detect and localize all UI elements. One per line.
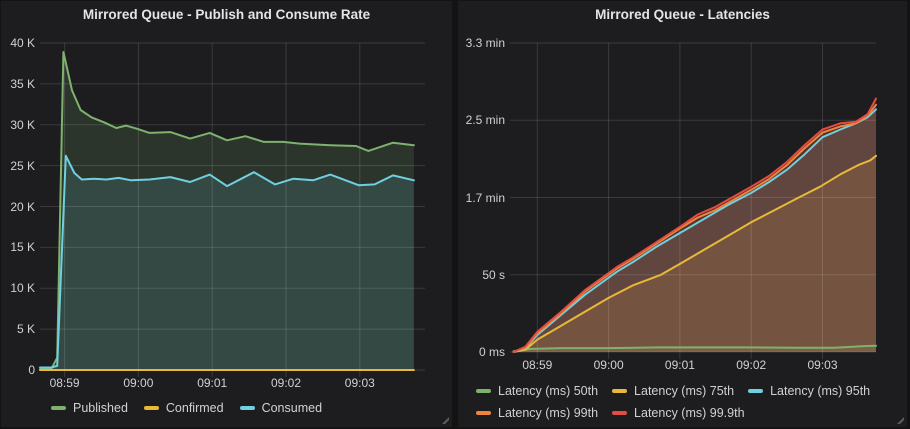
publish-consume-rate-chart[interactable]: [40, 43, 425, 370]
y-tick-label: 1.7 min: [460, 191, 505, 205]
x-tick-label: 09:02: [721, 358, 781, 372]
grafana-dashboard: Mirrored Queue - Publish and Consume Rat…: [0, 0, 910, 429]
x-tick-label: 09:02: [256, 376, 316, 390]
legend-series-label: Consumed: [262, 401, 322, 415]
panel-publish-consume-rate: Mirrored Queue - Publish and Consume Rat…: [1, 1, 452, 427]
legend-series-label: Latency (ms) 50th: [498, 384, 598, 398]
y-tick-label: 2.5 min: [460, 113, 505, 127]
x-tick-label: 09:00: [108, 376, 168, 390]
legend-item[interactable]: Confirmed: [144, 398, 224, 417]
legend-item[interactable]: Latency (ms) 99th: [476, 403, 598, 422]
x-tick-label: 09:01: [650, 358, 710, 372]
legend-series-swatch: [51, 406, 66, 410]
x-tick-label: 09:00: [579, 358, 639, 372]
legend-item[interactable]: Latency (ms) 75th: [612, 381, 734, 400]
legend-series-swatch: [612, 411, 627, 415]
y-tick-label: 35 K: [0, 77, 35, 91]
y-tick-label: 3.3 min: [460, 36, 505, 50]
y-tick-label: 0: [0, 363, 35, 377]
panel-title[interactable]: Mirrored Queue - Publish and Consume Rat…: [1, 1, 452, 29]
legend-series-swatch: [612, 389, 627, 393]
panel-resize-handle[interactable]: [896, 416, 904, 424]
y-tick-label: 50 s: [460, 268, 505, 282]
legend-item[interactable]: Latency (ms) 50th: [476, 381, 598, 400]
legend-item[interactable]: Latency (ms) 99.9th: [612, 403, 744, 422]
legend-series-label: Latency (ms) 75th: [634, 384, 734, 398]
x-tick-label: 08:59: [507, 358, 567, 372]
y-tick-label: 15 K: [0, 240, 35, 254]
chart-legend: Published Confirmed Consumed: [51, 398, 322, 417]
y-tick-label: 0 ms: [460, 345, 505, 359]
y-tick-label: 25 K: [0, 159, 35, 173]
legend-series-swatch: [476, 389, 491, 393]
legend-series-swatch: [240, 406, 255, 410]
y-tick-label: 30 K: [0, 118, 35, 132]
x-tick-label: 08:59: [35, 376, 95, 390]
legend-series-label: Confirmed: [166, 401, 224, 415]
panel-resize-handle[interactable]: [441, 416, 449, 424]
legend-series-swatch: [748, 389, 763, 393]
legend-series-label: Published: [73, 401, 128, 415]
y-tick-label: 20 K: [0, 200, 35, 214]
legend-series-label: Latency (ms) 95th: [770, 384, 870, 398]
x-tick-label: 09:03: [793, 358, 853, 372]
x-tick-label: 09:03: [330, 376, 390, 390]
panel-latencies: Mirrored Queue - Latencies 3.3 min 2.5 mi…: [458, 1, 907, 427]
legend-series-label: Latency (ms) 99th: [498, 406, 598, 420]
legend-item[interactable]: Consumed: [240, 398, 322, 417]
x-tick-label: 09:01: [182, 376, 242, 390]
legend-series-swatch: [476, 411, 491, 415]
chart-legend: Latency (ms) 50th Latency (ms) 75th Latenc…: [476, 381, 896, 422]
y-tick-label: 10 K: [0, 281, 35, 295]
legend-item[interactable]: Published: [51, 398, 128, 417]
y-tick-label: 5 K: [0, 322, 35, 336]
legend-item[interactable]: Latency (ms) 95th: [748, 381, 870, 400]
legend-series-swatch: [144, 406, 159, 410]
latencies-chart[interactable]: [510, 43, 876, 352]
panel-title[interactable]: Mirrored Queue - Latencies: [458, 1, 907, 29]
legend-series-label: Latency (ms) 99.9th: [634, 406, 744, 420]
y-tick-label: 40 K: [0, 36, 35, 50]
